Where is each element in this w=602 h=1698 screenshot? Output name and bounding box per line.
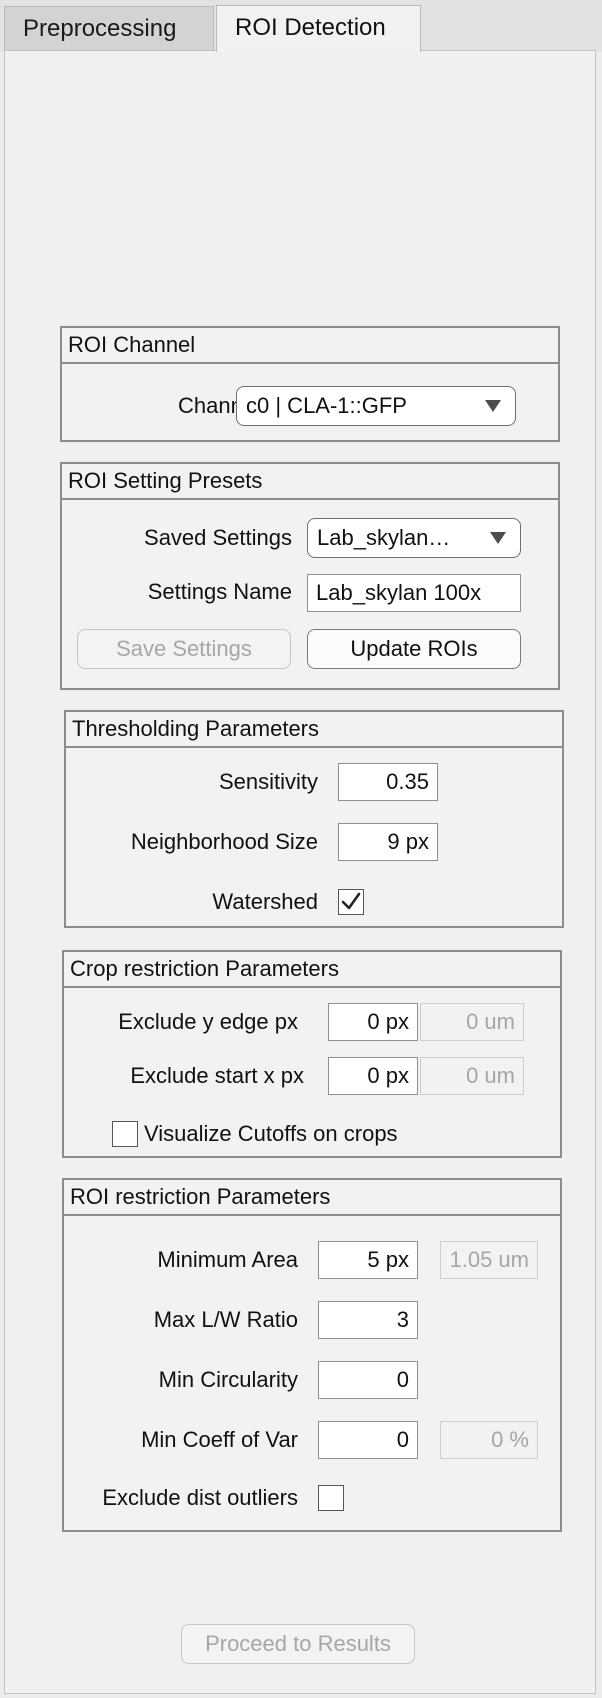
update-rois-button[interactable]: Update ROIs [307, 629, 521, 669]
exclude-y-edge-um-field: 0 um [420, 1003, 524, 1041]
chevron-down-icon [485, 400, 501, 412]
tab-bar: Preprocessing ROI Detection [0, 0, 602, 52]
min-circularity-input[interactable]: 0 [318, 1361, 418, 1399]
chevron-down-icon [490, 532, 506, 544]
crop-restriction-panel: Crop restriction Parameters Exclude y ed… [62, 950, 562, 1158]
max-lw-ratio-input[interactable]: 3 [318, 1301, 418, 1339]
proceed-to-results-button[interactable]: Proceed to Results [181, 1624, 415, 1664]
channel-dropdown-value: c0 | CLA-1::GFP [246, 393, 407, 418]
watershed-checkbox[interactable] [338, 889, 364, 915]
roi-presets-panel: ROI Setting Presets Saved Settings Lab_s… [60, 462, 560, 690]
min-circularity-label: Min Circularity [158, 1367, 298, 1392]
saved-settings-label: Saved Settings [144, 525, 292, 550]
channel-label: Channel [178, 393, 260, 418]
save-settings-button[interactable]: Save Settings [77, 629, 291, 669]
exclude-dist-outliers-label: Exclude dist outliers [102, 1485, 298, 1510]
exclude-y-edge-px-input[interactable]: 0 px [328, 1003, 418, 1041]
minimum-area-label: Minimum Area [157, 1247, 298, 1272]
roi-channel-panel: ROI Channel Channel c0 | CLA-1::GFP [60, 326, 560, 442]
crop-restriction-title: Crop restriction Parameters [64, 952, 560, 988]
exclude-start-x-um-field: 0 um [420, 1057, 524, 1095]
sensitivity-input[interactable]: 0.35 [338, 763, 438, 801]
exclude-y-edge-label: Exclude y edge px [118, 1009, 298, 1034]
max-lw-ratio-label: Max L/W Ratio [153, 1307, 298, 1332]
tab-preprocessing[interactable]: Preprocessing [4, 6, 214, 50]
channel-dropdown[interactable]: c0 | CLA-1::GFP [236, 386, 516, 426]
tab-roi-detection[interactable]: ROI Detection [216, 5, 421, 52]
neighborhood-size-label: Neighborhood Size [130, 829, 318, 854]
roi-restriction-title: ROI restriction Parameters [64, 1180, 560, 1216]
roi-presets-title: ROI Setting Presets [62, 464, 558, 500]
sensitivity-label: Sensitivity [218, 769, 318, 794]
thresholding-title: Thresholding Parameters [66, 712, 562, 748]
exclude-start-x-px-input[interactable]: 0 px [328, 1057, 418, 1095]
saved-settings-dropdown[interactable]: Lab_skylan… [307, 518, 521, 558]
saved-settings-value: Lab_skylan… [317, 525, 451, 550]
settings-name-input[interactable]: Lab_skylan 100x [307, 574, 521, 612]
roi-restriction-panel: ROI restriction Parameters Minimum Area … [62, 1178, 562, 1532]
thresholding-panel: Thresholding Parameters Sensitivity 0.35… [64, 710, 564, 928]
roi-channel-title: ROI Channel [62, 328, 558, 364]
min-coeff-of-var-label: Min Coeff of Var [141, 1427, 298, 1452]
exclude-start-x-label: Exclude start x px [130, 1063, 304, 1088]
exclude-dist-outliers-checkbox[interactable] [318, 1485, 344, 1511]
settings-name-label: Settings Name [147, 579, 292, 604]
min-coeff-of-var-pct-field: 0 % [440, 1421, 538, 1459]
min-coeff-of-var-input[interactable]: 0 [318, 1421, 418, 1459]
visualize-cutoffs-label: Visualize Cutoffs on crops [144, 1121, 398, 1146]
minimum-area-input[interactable]: 5 px [318, 1241, 418, 1279]
visualize-cutoffs-checkbox[interactable] [112, 1121, 138, 1147]
watershed-label: Watershed [212, 889, 318, 914]
neighborhood-size-input[interactable]: 9 px [338, 823, 438, 861]
checkmark-icon [341, 892, 361, 910]
minimum-area-um-field: 1.05 um [440, 1241, 538, 1279]
